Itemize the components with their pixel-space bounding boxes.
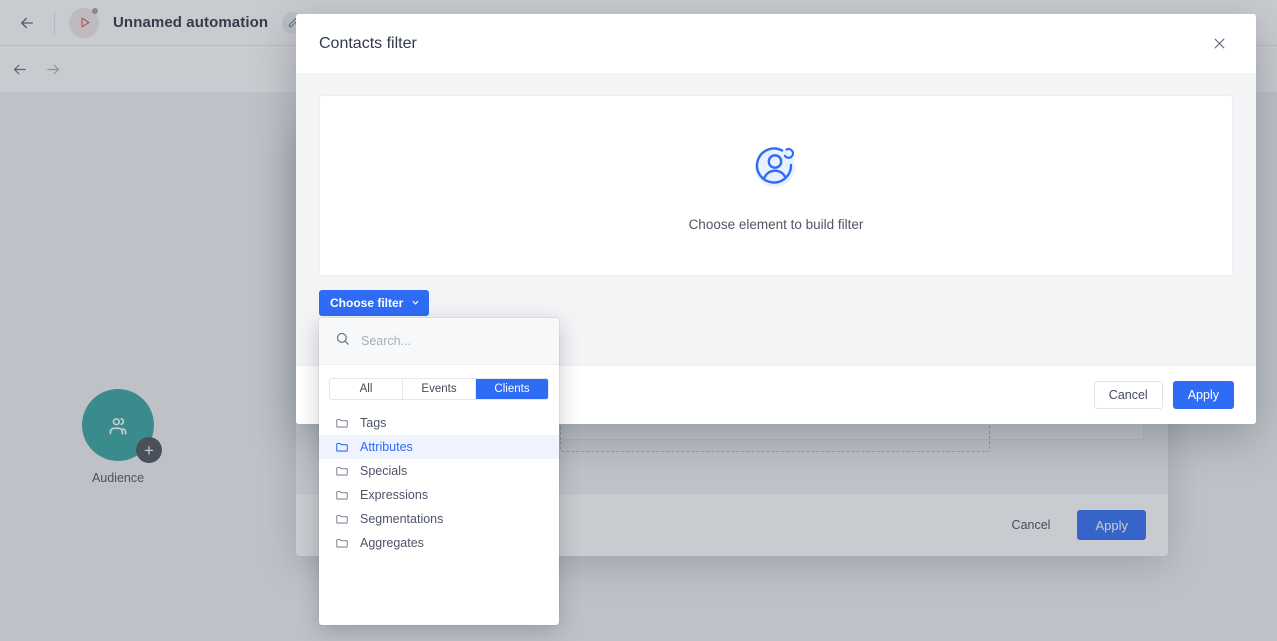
screen: Unnamed automation + Audience Cancel App…	[0, 0, 1277, 641]
modal-cancel-button[interactable]: Cancel	[1093, 381, 1163, 409]
filter-empty-state: Choose element to build filter	[319, 95, 1233, 276]
list-item-label: Specials	[360, 464, 408, 478]
list-item-segmentations[interactable]: Segmentations	[319, 507, 559, 531]
list-item-expressions[interactable]: Expressions	[319, 483, 559, 507]
folder-icon	[336, 538, 348, 548]
dropdown-tabs: All Events Clients	[329, 378, 549, 400]
tab-events[interactable]: Events	[403, 379, 476, 399]
modal-title: Contacts filter	[319, 34, 417, 52]
folder-icon	[336, 418, 348, 428]
list-item-label: Tags	[360, 416, 387, 430]
list-item-label: Aggregates	[360, 536, 424, 550]
tab-clients[interactable]: Clients	[476, 379, 548, 399]
list-item-specials[interactable]: Specials	[319, 459, 559, 483]
search-icon	[335, 331, 350, 351]
folder-icon	[336, 466, 348, 476]
list-item-tags[interactable]: Tags	[319, 411, 559, 435]
close-icon[interactable]	[1206, 31, 1232, 57]
tab-all[interactable]: All	[330, 379, 403, 399]
list-item-label: Expressions	[360, 488, 429, 502]
list-item-label: Attributes	[360, 440, 413, 454]
list-item-aggregates[interactable]: Aggregates	[319, 531, 559, 555]
contact-avatar-icon	[750, 140, 802, 197]
dropdown-search-row	[319, 318, 559, 365]
search-input[interactable]	[361, 334, 521, 348]
modal-apply-button[interactable]: Apply	[1172, 381, 1234, 409]
choose-filter-button[interactable]: Choose filter	[319, 290, 430, 316]
chevron-down-icon	[411, 296, 420, 310]
empty-state-text: Choose element to build filter	[688, 216, 864, 232]
filter-dropdown-panel: All Events Clients Tags Attributes Speci…	[319, 318, 559, 625]
folder-icon	[336, 490, 348, 500]
folder-icon	[336, 514, 348, 524]
list-item-label: Segmentations	[360, 512, 444, 526]
modal-header: Contacts filter	[296, 14, 1256, 73]
dropdown-list: Tags Attributes Specials Expressions Seg…	[319, 407, 559, 555]
choose-filter-label: Choose filter	[330, 296, 404, 310]
folder-icon	[336, 442, 348, 452]
list-item-attributes[interactable]: Attributes	[319, 435, 559, 459]
